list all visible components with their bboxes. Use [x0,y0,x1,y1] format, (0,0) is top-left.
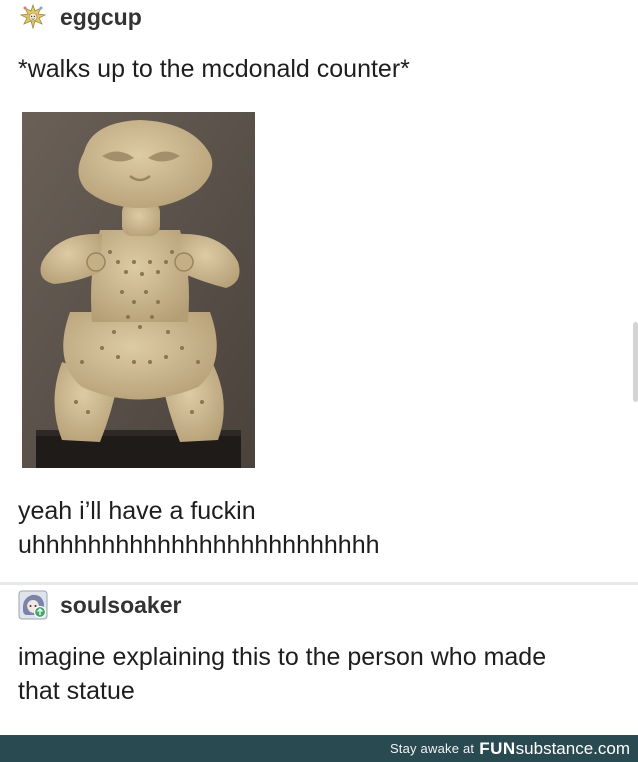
post-text-line: yeah i’ll have a fuckin [18,497,256,525]
post-header: soulsoaker [18,590,181,620]
watermark-prefix: Stay awake at [389,741,475,756]
scrollbar-thumb[interactable] [633,322,638,402]
post-soulsoaker: soulsoaker imagine explaining this to th… [0,588,638,732]
post-text-reply: imagine explaining this to the person wh… [18,640,546,708]
post-text-line: imagine explaining this to the person wh… [18,643,547,671]
watermark-brand-bold: FUN [479,738,516,758]
watermark-brand-rest: substance [515,738,594,758]
username-soulsoaker[interactable]: soulsoaker [60,592,181,619]
watermark-brand[interactable]: FUNsubstance.com [479,739,630,759]
post-text-line: that statue [18,677,135,705]
watermark-bar: Stay awake at FUNsubstance.com [0,735,638,762]
anime-avatar-icon[interactable] [18,590,48,620]
clay-figurine-photo [22,112,255,468]
username-eggcup[interactable]: eggcup [60,4,142,31]
post-eggcup: eggcup *walks up to the mcdonald counter… [0,0,638,582]
post-text-intro: *walks up to the mcdonald counter* [18,55,410,83]
post-header: eggcup [18,2,142,32]
post-text-line: uhhhhhhhhhhhhhhhhhhhhhhhhh [18,531,380,559]
jester-avatar-icon[interactable] [18,2,48,32]
watermark-brand-tld: .com [593,738,630,758]
post-text-punchline: yeah i’ll have a fuckin uhhhhhhhhhhhhhhh… [18,494,380,562]
post-divider [0,582,638,585]
